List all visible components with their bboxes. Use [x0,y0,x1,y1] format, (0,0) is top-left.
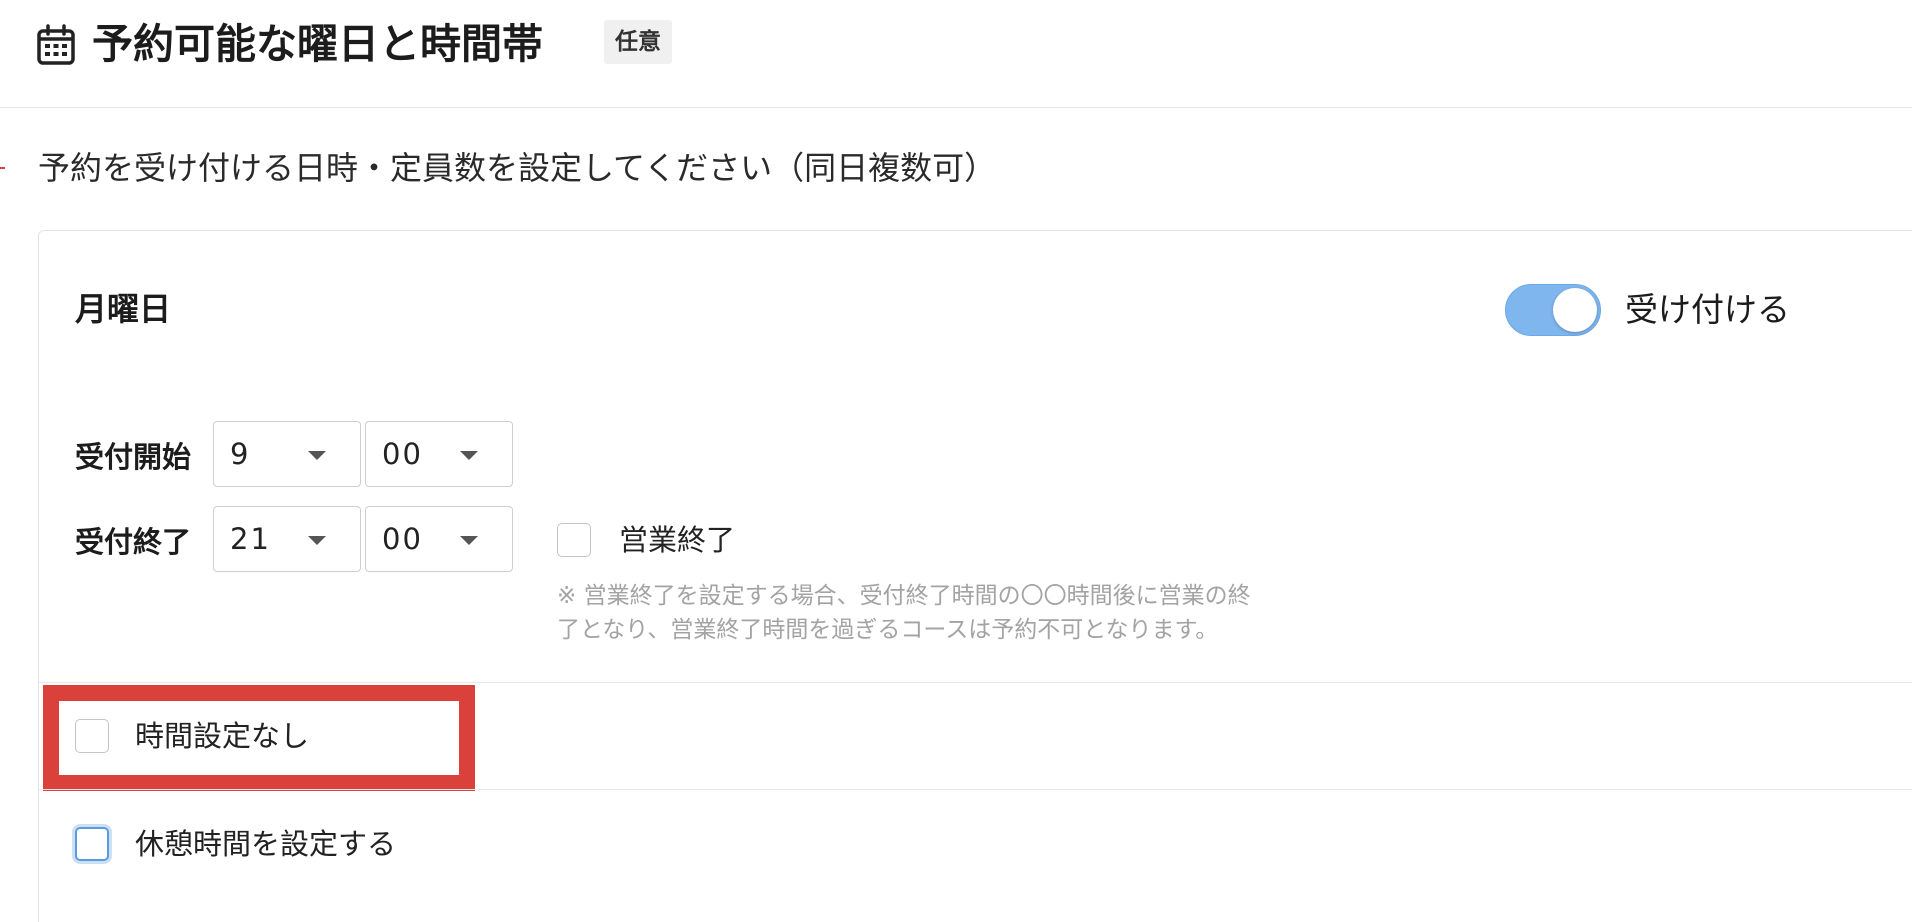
divider [39,682,1912,683]
break-time-checkbox[interactable] [75,827,109,861]
calendar-icon [37,24,75,65]
start-hour-value: 9 [230,437,251,471]
day-label: 月曜日 [75,290,172,328]
accept-toggle-label: 受け付ける [1625,290,1790,329]
page: 予約可能な曜日と時間帯 任意 予約を受け付ける日時・定員数を設定してください（同… [0,0,1912,922]
break-time-label: 休憩時間を設定する [135,827,397,861]
chevron-down-icon [460,451,478,460]
highlight-box [43,685,475,791]
start-minute-value: 00 [382,437,423,471]
section-description: 予約を受け付ける日時・定員数を設定してください（同日複数可） [38,149,997,187]
chevron-down-icon [308,451,326,460]
day-schedule-card: 月曜日 受け付ける 受付開始 9 00 受付終了 21 00 営業終了 ※ 営業… [38,230,1912,922]
chevron-down-icon [308,536,326,545]
note-line-1: ※ 営業終了を設定する場合、受付終了時間の〇〇時間後に営業の終 [557,583,1251,609]
page-title: 予約可能な曜日と時間帯 [92,20,543,68]
start-time-label: 受付開始 [75,440,192,474]
start-minute-select[interactable]: 00 [365,421,513,487]
divider [39,789,1912,790]
toggle-knob [1553,288,1597,332]
end-hour-value: 21 [230,522,271,556]
note-line-2: 了となり、営業終了時間を過ぎるコースは予約不可となります。 [557,617,1219,643]
end-minute-select[interactable]: 00 [365,506,513,572]
section-header: 予約可能な曜日と時間帯 任意 [0,0,1912,108]
optional-badge: 任意 [604,20,672,64]
red-mark [0,167,5,169]
chevron-down-icon [460,536,478,545]
end-minute-value: 00 [382,522,423,556]
end-time-label: 受付終了 [75,525,192,559]
business-end-label: 営業終了 [619,523,736,557]
business-end-note: ※ 営業終了を設定する場合、受付終了時間の〇〇時間後に営業の終 了となり、営業終… [557,579,1357,647]
start-hour-select[interactable]: 9 [213,421,361,487]
business-end-checkbox[interactable] [557,523,591,557]
end-hour-select[interactable]: 21 [213,506,361,572]
accept-toggle[interactable] [1505,284,1601,336]
